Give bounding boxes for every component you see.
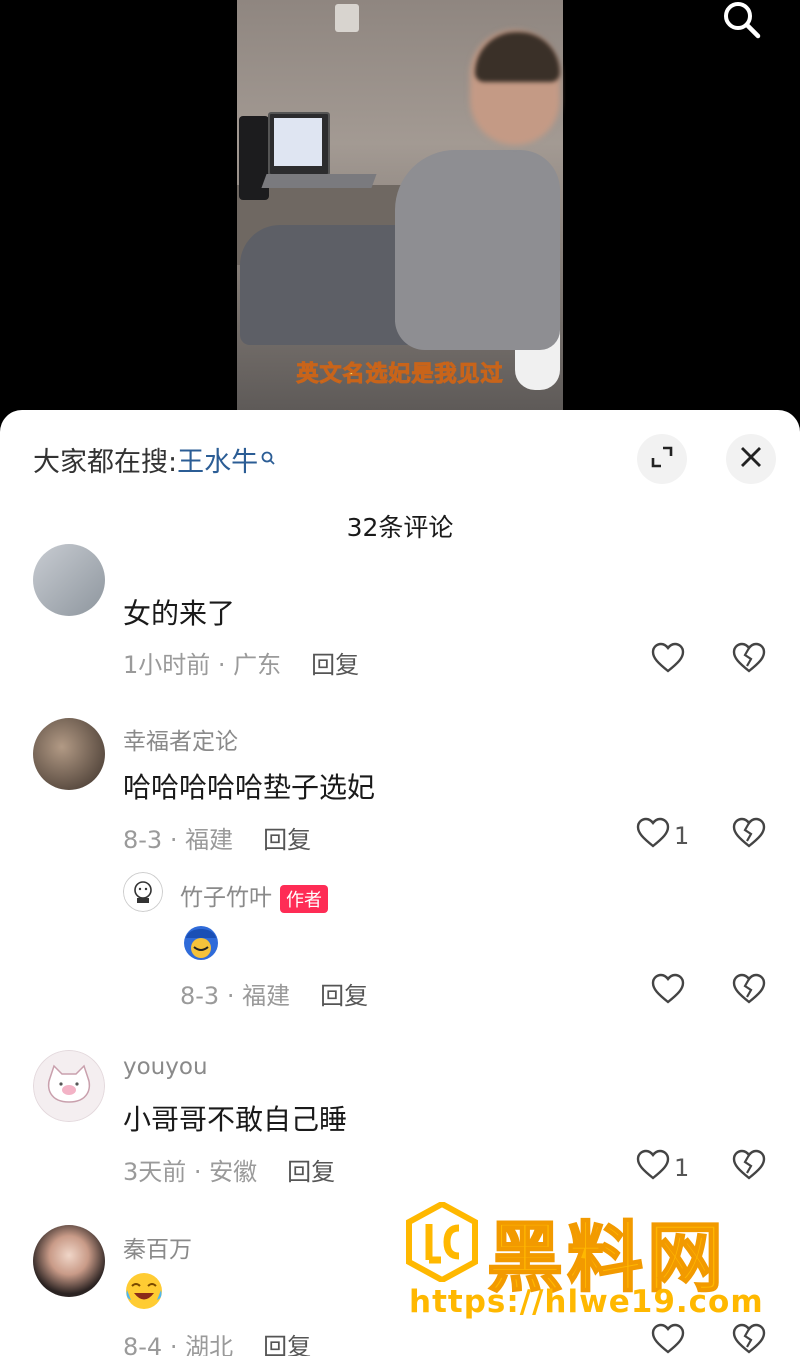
dislike-button[interactable]	[732, 1149, 766, 1185]
close-button[interactable]	[726, 434, 776, 484]
comment-username[interactable]: 秦百万	[123, 1230, 192, 1264]
dislike-button[interactable]	[732, 817, 766, 853]
comment-text: 哈哈哈哈哈垫子选妃	[123, 771, 376, 804]
comment-count: 32条评论	[346, 513, 454, 542]
video-person-body	[395, 150, 560, 350]
reply-username-row: 竹子竹叶 作者	[180, 878, 328, 913]
broken-heart-icon	[732, 973, 766, 1009]
comment-time-location: 1小时前 · 广东	[123, 651, 282, 679]
broken-heart-icon	[732, 1323, 766, 1356]
like-button[interactable]	[651, 642, 689, 680]
video-laptop-base	[261, 174, 377, 188]
heart-icon	[651, 973, 685, 1011]
watermark-logo-icon	[405, 1200, 479, 1284]
comment-time-location: 8-4 · 湖北	[123, 1333, 234, 1356]
dislike-button[interactable]	[732, 642, 766, 678]
reply-button[interactable]: 回复	[320, 982, 368, 1010]
comment-meta: 8-3 · 福建 回复	[123, 820, 311, 855]
broken-heart-icon	[732, 817, 766, 853]
search-icon[interactable]	[720, 0, 764, 44]
reply-button[interactable]: 回复	[287, 1158, 335, 1186]
reply-username[interactable]: 竹子竹叶	[180, 885, 272, 911]
comment-username[interactable]: 幸福者定论	[123, 722, 238, 756]
comment-text: 小哥哥不敢自己睡	[123, 1103, 348, 1136]
comment-meta: 8-4 · 湖北 回复	[123, 1327, 311, 1356]
avatar[interactable]	[33, 1050, 105, 1122]
like-count: 1	[674, 1154, 690, 1182]
reply-emoji	[180, 920, 222, 971]
video-wall-outlet	[335, 4, 359, 32]
heart-icon	[651, 642, 685, 680]
reply-meta: 8-3 · 福建 回复	[180, 976, 368, 1011]
avatar[interactable]	[123, 872, 163, 912]
broken-heart-icon	[732, 1149, 766, 1185]
trending-prefix: 大家都在搜:	[33, 447, 178, 478]
video-player[interactable]: 英文名选妃是我见过	[0, 0, 800, 410]
like-button[interactable]: 1	[636, 1149, 689, 1187]
heart-icon	[636, 1149, 670, 1187]
broken-heart-icon	[732, 642, 766, 678]
watermark: 黑料网 https://hlwe19.com	[405, 1198, 775, 1328]
reply-button[interactable]: 回复	[263, 826, 311, 854]
author-badge: 作者	[280, 884, 328, 913]
avatar[interactable]	[33, 718, 105, 790]
comment-time-location: 8-3 · 福建	[123, 826, 234, 854]
expand-button[interactable]	[637, 434, 687, 484]
dislike-button[interactable]	[732, 973, 766, 1009]
comment-username[interactable]: youyou	[123, 1054, 208, 1080]
avatar[interactable]	[33, 544, 105, 616]
reply-button[interactable]: 回复	[263, 1333, 311, 1356]
expand-icon	[649, 444, 675, 474]
trending-keyword[interactable]: 王水牛	[177, 447, 258, 478]
video-laptop-screen	[274, 118, 322, 166]
like-button[interactable]: 1	[636, 817, 689, 855]
reply-time-location: 8-3 · 福建	[180, 982, 291, 1010]
watermark-url: https://hlwe19.com	[409, 1284, 764, 1320]
comment-meta: 1小时前 · 广东 回复	[123, 645, 359, 680]
comment-meta: 3天前 · 安徽 回复	[123, 1152, 335, 1187]
close-icon	[739, 445, 763, 473]
trending-search[interactable]: 大家都在搜:王水牛	[33, 440, 276, 479]
heart-icon	[636, 817, 670, 855]
comment-text: 女的来了	[123, 597, 236, 630]
comment-time-location: 3天前 · 安徽	[123, 1158, 258, 1186]
reply-button[interactable]: 回复	[311, 651, 359, 679]
video-subtitle: 英文名选妃是我见过	[296, 362, 504, 388]
like-button[interactable]	[651, 973, 689, 1011]
avatar[interactable]	[33, 1225, 105, 1297]
small-search-icon	[260, 442, 276, 473]
like-count: 1	[674, 822, 690, 850]
comment-emoji	[123, 1270, 165, 1321]
